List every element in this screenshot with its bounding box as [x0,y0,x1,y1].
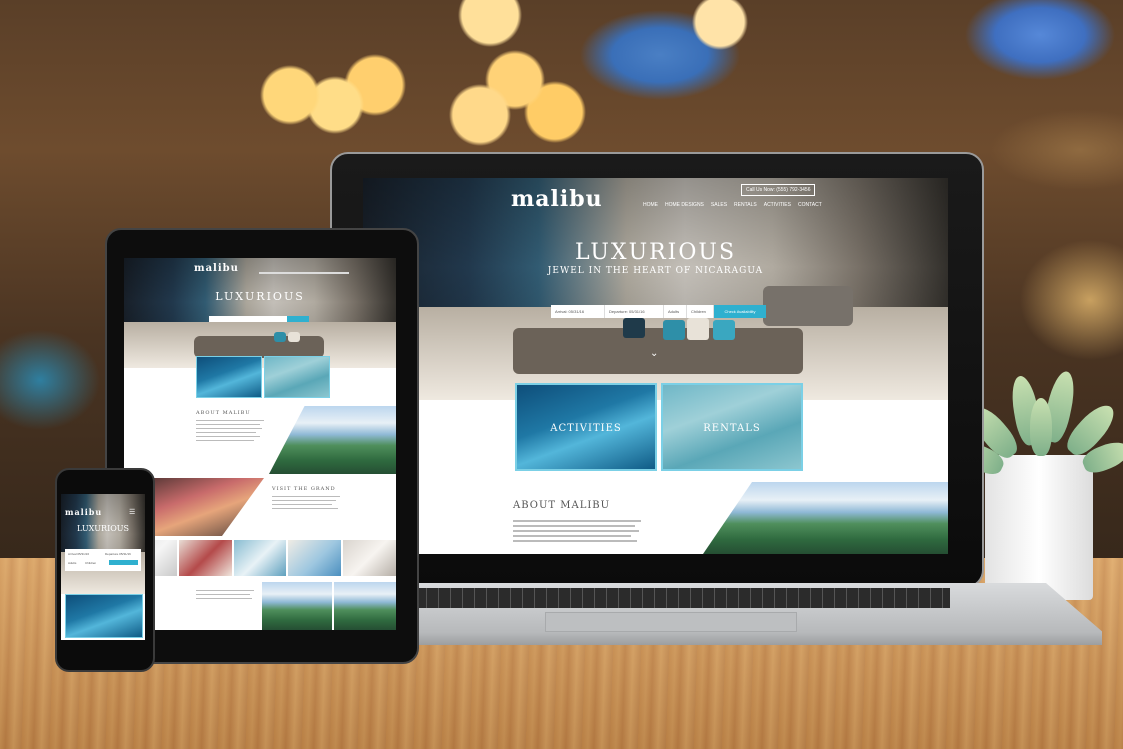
aerial-photo [703,482,948,554]
gallery-strip [124,540,396,576]
arrival-field[interactable]: Arrival: 05/31/16 [551,305,605,318]
desktop-website: malibu Call Us Now: (555) 792-3456 HOME … [363,178,948,554]
gallery-photo[interactable] [233,540,287,576]
pillow-shape [713,320,735,340]
trackpad [545,612,797,632]
about-heading: ABOUT MALIBU [513,500,611,511]
form-fields[interactable] [209,316,287,322]
brand-logo[interactable]: malibu [194,263,239,274]
brand-logo[interactable]: malibu [65,507,102,517]
section-text-lines [272,496,342,512]
rentals-tile-label: RENTALS [703,422,761,434]
desktop-hero: malibu Call Us Now: (555) 792-3456 HOME … [363,178,948,400]
check-availability-button[interactable] [287,316,309,322]
about-text-lines [513,520,643,545]
phone-website: malibu ☰ LUXURIOUS Arrival 05/31/16 Depa… [61,494,145,640]
menu-icon[interactable]: ☰ [129,508,135,516]
tablet-nav[interactable] [259,272,349,274]
departure-field[interactable]: Departure 05/31/16 [105,552,131,556]
sofa-shape [194,336,324,358]
gallery-photo[interactable] [343,540,396,576]
plant-pot [985,455,1093,600]
gallery-photo[interactable] [178,540,232,576]
departure-field[interactable]: Departure: 05/31/16 [605,305,664,318]
chevron-down-icon[interactable]: ⌄ [650,348,658,359]
phone-booking-form: Arrival 05/31/16 Departure 05/31/16 Adul… [65,549,141,571]
nav-home-designs[interactable]: HOME DESIGNS [665,202,704,208]
nav-sales[interactable]: SALES [711,202,727,208]
brand-logo[interactable]: malibu [511,186,603,212]
nav-home[interactable]: HOME [643,202,658,208]
hero-title: LUXURIOUS [574,240,737,265]
activities-tile-label: ACTIVITIES [550,422,622,434]
pillow-shape [663,320,685,340]
children-select[interactable]: Children [85,561,96,565]
about-text: Once upon a sleepy fishing town, San Jua… [513,515,514,516]
property-photo [262,582,332,630]
arrival-field[interactable]: Arrival 05/31/16 [68,552,89,556]
hero-subtitle: JEWEL IN THE HEART OF NICARAGUA [547,266,764,276]
footer-text-lines [196,590,256,602]
coast-photo [334,582,396,630]
desktop-nav: HOME HOME DESIGNS SALES RENTALS ACTIVITI… [643,202,822,208]
nav-rentals[interactable]: RENTALS [734,202,757,208]
about-text-lines [196,420,266,444]
booking-form: Arrival: 05/31/16 Departure: 05/31/16 Ad… [551,305,766,318]
tablet-website: malibu LUXURIOUS ABOUT MALIBU VISIT THE … [124,258,396,630]
adults-select[interactable]: Adults [68,561,76,565]
check-availability-button[interactable]: Check Availability [714,305,766,318]
activities-tile[interactable] [65,594,143,638]
check-availability-button[interactable] [109,560,138,565]
adults-select[interactable]: Adults [664,305,687,318]
keyboard [415,588,950,608]
call-us-button[interactable]: Call Us Now: (555) 792-3456 [741,184,816,196]
rentals-tile[interactable] [264,356,330,398]
hero-title: LUXURIOUS [76,524,130,533]
pillow-shape [274,332,286,342]
nav-contact[interactable]: CONTACT [798,202,822,208]
booking-form[interactable] [209,316,309,322]
pillow-shape [288,332,300,342]
hero-title: LUXURIOUS [215,290,305,303]
tablet-hero: malibu LUXURIOUS [124,258,396,368]
phone-hero: malibu ☰ LUXURIOUS Arrival 05/31/16 Depa… [61,494,145,594]
children-select[interactable]: Children [687,305,714,318]
about-heading: ABOUT MALIBU [196,410,251,416]
pillow-shape [687,318,709,340]
rentals-tile[interactable]: RENTALS [661,383,803,471]
leaf-shape [1030,398,1052,456]
armchair-shape [763,286,853,326]
gallery-photo[interactable] [288,540,342,576]
activities-tile[interactable]: ACTIVITIES [515,383,657,471]
activities-tile[interactable] [196,356,262,398]
nav-activities[interactable]: ACTIVITIES [764,202,791,208]
aerial-photo [269,406,396,474]
pillow-shape [623,318,645,338]
section-heading: VISIT THE GRAND [272,486,336,492]
